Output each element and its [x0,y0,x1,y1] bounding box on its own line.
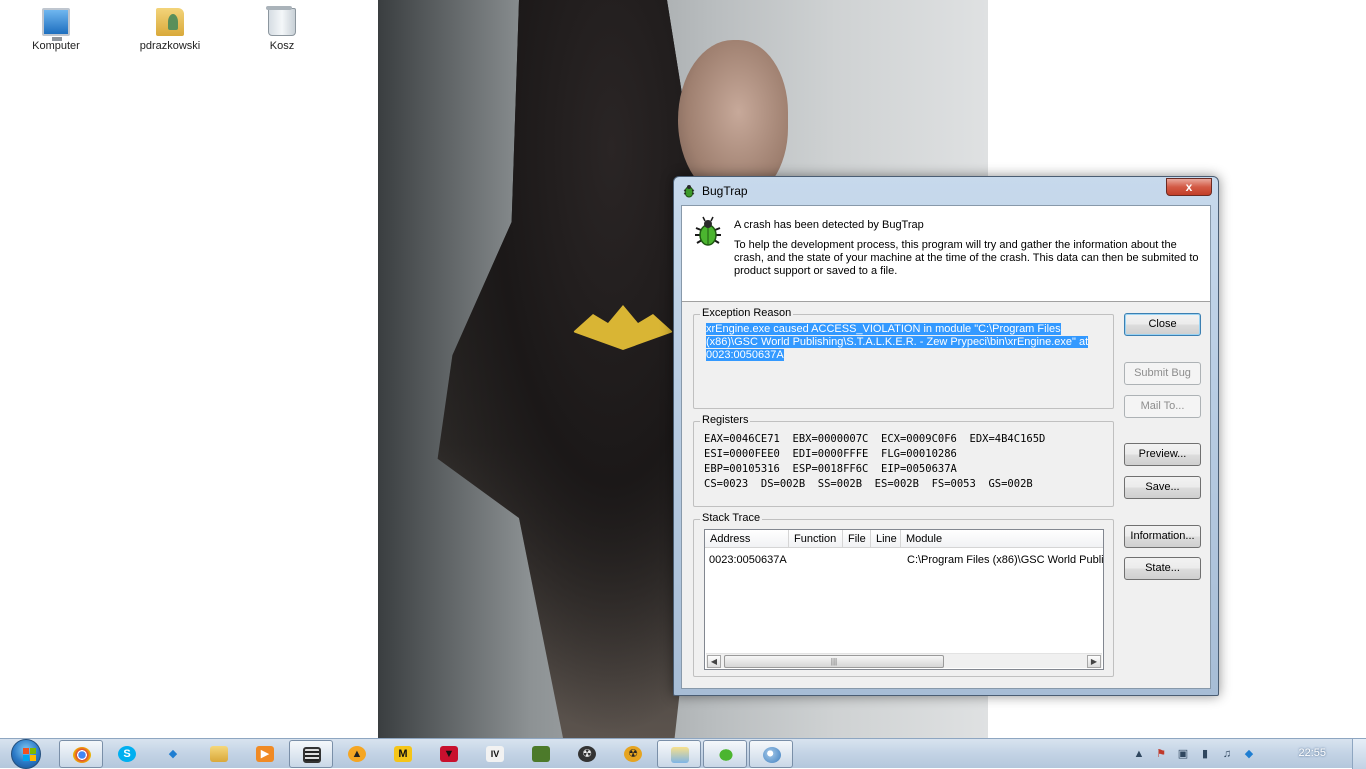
bugtrap-window: BugTrap x A crash has been detected by B… [673,176,1219,696]
column-header-address[interactable]: Address [705,530,789,548]
column-header-module[interactable]: Module [901,530,1105,548]
dropbox-tray-icon[interactable]: ◆ [1242,747,1256,761]
desktop-icon-label: Komputer [32,40,80,52]
taskbar-app-triangle[interactable]: ▲ [335,740,379,768]
crash-description: To help the development process, this pr… [734,239,1199,277]
user-folder-icon [156,8,184,36]
taskbar-app-explorer[interactable] [197,740,241,768]
bug-icon [695,216,721,246]
taskbar-app-gta-iv[interactable]: IV [473,740,517,768]
exception-reason-selection: xrEngine.exe caused ACCESS_VIOLATION in … [706,323,1089,361]
column-header-file[interactable]: File [843,530,871,548]
title-bar[interactable]: BugTrap x [674,177,1218,205]
green-game-icon [532,746,550,762]
exception-reason-text[interactable]: xrEngine.exe caused ACCESS_VIOLATION in … [706,323,1102,362]
preview-button[interactable]: Preview... [1124,443,1201,466]
scroll-thumb[interactable]: ||| [724,655,944,668]
taskbar-app-game-red[interactable]: ▼ [427,740,471,768]
stack-trace-group: Stack Trace Address Function File Line M… [693,512,1114,677]
show-desktop-button[interactable] [1352,739,1366,769]
window-close-button[interactable]: x [1166,178,1212,196]
chrome-icon [73,747,91,763]
bug-icon [683,185,695,198]
column-header-function[interactable]: Function [789,530,843,548]
desktop-icon-user-folder[interactable]: pdrazkowski [125,8,215,52]
taskbar-app-game-green[interactable] [519,740,563,768]
explorer-icon [671,747,689,763]
show-hidden-icons-icon[interactable]: ▲ [1132,747,1146,761]
register-line: EAX=0046CE71 EBX=0000007C ECX=0009C0F6 E… [704,433,1046,445]
close-button[interactable]: Close [1124,313,1201,336]
submit-bug-button[interactable]: Submit Bug [1124,362,1201,385]
cell-module: C:\Program Files (x86)\GSC World Publish… [907,554,1104,566]
desktop-icon-label: Kosz [269,40,295,52]
desktop-icon-label: pdrazkowski [139,40,201,52]
taskbar-app-radiation[interactable]: ☢ [565,740,609,768]
clock[interactable]: 22:55 [1298,747,1326,759]
radiation-icon: ☢ [578,746,596,762]
taskbar-app-bugtrap[interactable] [703,740,747,768]
cell-address: 0023:0050637A [709,554,787,566]
taskbar: S ◆ ▶ ▲ M ▼ IV ☢ ☢ ▲ ⚑ ▣ ▮ ♫ ◆ 22:55 [0,738,1366,769]
table-row[interactable]: 0023:0050637A C:\Program Files (x86)\GSC… [705,552,1104,568]
red-game-icon: ▼ [440,746,458,762]
windows-logo-icon [23,748,36,761]
taskbar-app-skype[interactable]: S [105,740,149,768]
taskbar-app-stalker[interactable]: ☢ [611,740,655,768]
skype-icon: S [118,746,136,762]
register-line: CS=0023 DS=002B SS=002B ES=002B FS=0053 … [704,478,1033,490]
m-game-icon: M [394,746,412,762]
bug-icon [717,747,735,763]
stack-trace-header: Address Function File Line Module [705,530,1103,548]
mail-to-button[interactable]: Mail To... [1124,395,1201,418]
triangle-app-icon: ▲ [348,746,366,762]
network-icon[interactable]: ▮ [1198,747,1212,761]
volume-icon[interactable]: ♫ [1220,747,1234,761]
crash-header: A crash has been detected by BugTrap To … [682,206,1210,302]
column-header-line[interactable]: Line [871,530,901,548]
registers-label: Registers [700,414,751,426]
exception-reason-group: Exception Reason xrEngine.exe caused ACC… [693,307,1114,409]
gta-iv-icon: IV [486,746,504,762]
scroll-right-icon[interactable]: ▶ [1087,655,1101,668]
exception-reason-label: Exception Reason [700,307,794,319]
state-button[interactable]: State... [1124,557,1201,580]
information-button[interactable]: Information... [1124,525,1201,548]
desktop-icon-computer[interactable]: Komputer [11,8,101,52]
registers-group: Registers EAX=0046CE71 EBX=0000007C ECX=… [693,414,1114,507]
taskbar-app-game-m[interactable]: M [381,740,425,768]
start-orb-icon [11,739,41,769]
paint-icon [763,747,781,763]
action-center-icon[interactable]: ⚑ [1154,747,1168,761]
crash-title: A crash has been detected by BugTrap [734,219,924,231]
system-tray: ▲ ⚑ ▣ ▮ ♫ ◆ 22:55 [1126,739,1366,769]
film-icon [303,747,321,763]
taskbar-app-dropbox[interactable]: ◆ [151,740,195,768]
stack-trace-label: Stack Trace [700,512,763,524]
register-line: ESI=0000FEE0 EDI=0000FFFE FLG=00010286 [704,448,957,460]
save-button[interactable]: Save... [1124,476,1201,499]
taskbar-app-chrome[interactable] [59,740,103,768]
window-client-area: A crash has been detected by BugTrap To … [681,205,1211,689]
stalker-icon: ☢ [624,746,642,762]
computer-icon [42,8,70,41]
taskbar-app-video[interactable] [289,740,333,768]
folder-icon [210,746,228,762]
recycle-bin-icon [266,6,296,36]
horizontal-scrollbar[interactable]: ◀ ||| ▶ [706,653,1102,668]
dropbox-icon: ◆ [168,748,178,760]
register-line: EBP=00105316 ESP=0018FF6C EIP=0050637A [704,463,957,475]
window-title: BugTrap [702,184,748,198]
desktop-icon-recycle-bin[interactable]: Kosz [237,6,327,52]
taskbar-app-paint[interactable] [749,740,793,768]
taskbar-app-windows-explorer[interactable] [657,740,701,768]
device-icon[interactable]: ▣ [1176,747,1190,761]
stack-trace-list[interactable]: Address Function File Line Module 0023:0… [704,529,1104,670]
media-player-icon: ▶ [256,746,274,762]
scroll-left-icon[interactable]: ◀ [707,655,721,668]
start-button[interactable] [8,739,44,769]
taskbar-app-media-player[interactable]: ▶ [243,740,287,768]
registers-text[interactable]: EAX=0046CE71 EBX=0000007C ECX=0009C0F6 E… [704,432,1045,492]
